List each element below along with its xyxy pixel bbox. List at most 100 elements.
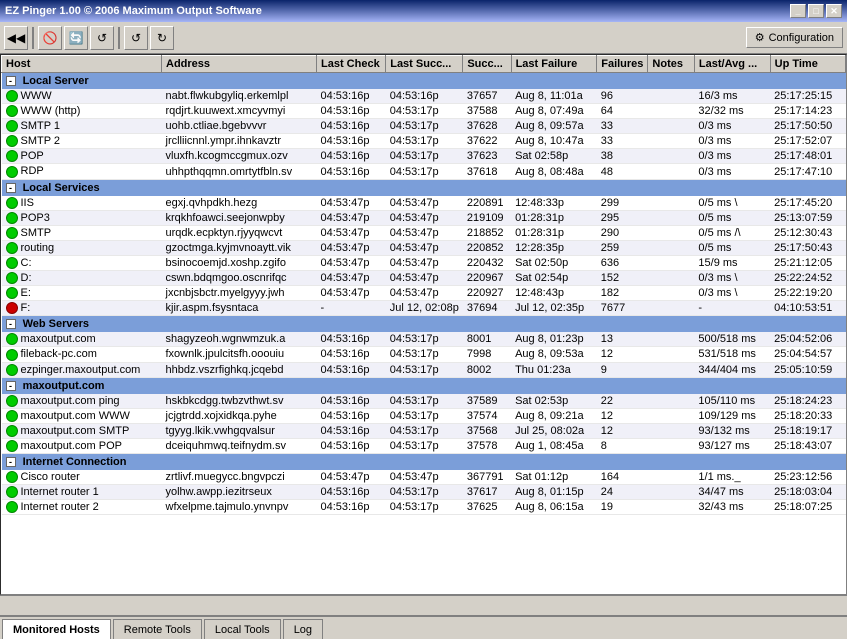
- title-text: EZ Pinger 1.00 © 2006 Maximum Output Sof…: [5, 5, 262, 17]
- table-row[interactable]: maxoutput.com POP dceiquhmwq.teifnydm.sv…: [2, 438, 846, 453]
- configuration-button[interactable]: ⚙ Configuration: [746, 27, 843, 48]
- refresh4-button[interactable]: ↻: [150, 26, 174, 50]
- table-row[interactable]: SMTP 1 uohb.ctliae.bgebvvvr 04:53:16p 04…: [2, 119, 846, 134]
- notes-cell: [648, 394, 694, 409]
- lastcheck-cell: 04:53:47p: [317, 210, 386, 225]
- refresh1-button[interactable]: 🔄: [64, 26, 88, 50]
- table-row[interactable]: D: cswn.bdqmgoo.oscnrifqc 04:53:47p 04:5…: [2, 271, 846, 286]
- lastsucc-cell: 04:53:17p: [386, 362, 463, 377]
- gear-icon: ⚙: [755, 31, 765, 44]
- host-cell: maxoutput.com WWW: [2, 408, 162, 423]
- lastfail-cell: Aug 8, 09:53a: [511, 347, 597, 362]
- host-cell: SMTP: [2, 225, 162, 240]
- succ-cell: 218852: [463, 225, 511, 240]
- succ-cell: 37578: [463, 438, 511, 453]
- col-header-lastcheck[interactable]: Last Check: [317, 56, 386, 73]
- table-row[interactable]: SMTP urqdk.ecpktyn.rjyyqwcvt 04:53:47p 0…: [2, 225, 846, 240]
- table-row[interactable]: SMTP 2 jrclliicnnl.ympr.ihnkavztr 04:53:…: [2, 134, 846, 149]
- uptime-cell: 25:13:07:59: [770, 210, 845, 225]
- refresh2-button[interactable]: ↺: [90, 26, 114, 50]
- address-cell: jxcnbjsbctr.myelgyyy.jwh: [162, 286, 317, 301]
- group-expand-icon[interactable]: -: [6, 76, 16, 86]
- col-header-address[interactable]: Address: [162, 56, 317, 73]
- status-dot: [6, 287, 18, 299]
- status-dot: [6, 105, 18, 117]
- group-expand-icon[interactable]: -: [6, 457, 16, 467]
- succ-cell: 220967: [463, 271, 511, 286]
- lastsucc-cell: 04:53:17p: [386, 119, 463, 134]
- lastavg-cell: 93/132 ms: [694, 423, 770, 438]
- table-row[interactable]: IIS egxj.qvhpdkh.hezg 04:53:47p 04:53:47…: [2, 196, 846, 211]
- notes-cell: [648, 362, 694, 377]
- table-row[interactable]: WWW (http) rqdjrt.kuuwext.xmcyvmyi 04:53…: [2, 104, 846, 119]
- tab-log[interactable]: Log: [283, 619, 323, 639]
- table-row[interactable]: WWW nabt.flwkubgyliq.erkemlpl 04:53:16p …: [2, 89, 846, 104]
- col-header-lastsucc[interactable]: Last Succ...: [386, 56, 463, 73]
- lastfail-cell: Aug 1, 08:45a: [511, 438, 597, 453]
- address-cell: jcjgtrdd.xojxidkqa.pyhe: [162, 408, 317, 423]
- host-cell: WWW (http): [2, 104, 162, 119]
- minimize-button[interactable]: _: [790, 4, 806, 18]
- succ-cell: 37623: [463, 149, 511, 164]
- host-cell: Cisco router: [2, 470, 162, 485]
- lastsucc-cell: 04:53:47p: [386, 470, 463, 485]
- col-header-lastavg[interactable]: Last/Avg ...: [694, 56, 770, 73]
- back-button[interactable]: ◀◀: [4, 26, 28, 50]
- tab-remote-tools[interactable]: Remote Tools: [113, 619, 202, 639]
- succ-cell: 220432: [463, 255, 511, 270]
- col-header-host[interactable]: Host: [2, 56, 162, 73]
- stop-button[interactable]: 🚫: [38, 26, 62, 50]
- group-expand-icon[interactable]: -: [6, 319, 16, 329]
- table-row[interactable]: fileback-pc.com fxownlk.jpulcitsfh.oooui…: [2, 347, 846, 362]
- lastcheck-cell: 04:53:16p: [317, 423, 386, 438]
- table-row[interactable]: Internet router 1 yolhw.awpp.iezitrseux …: [2, 485, 846, 500]
- table-row[interactable]: ezpinger.maxoutput.com hhbdz.vszrfighkq.…: [2, 362, 846, 377]
- address-cell: nabt.flwkubgyliq.erkemlpl: [162, 89, 317, 104]
- address-cell: hskbkcdgg.twbzvthwt.sv: [162, 394, 317, 409]
- lastsucc-cell: 04:53:47p: [386, 286, 463, 301]
- close-button[interactable]: ✕: [826, 4, 842, 18]
- status-dot: [6, 395, 18, 407]
- lastsucc-cell: 04:53:17p: [386, 394, 463, 409]
- table-row[interactable]: E: jxcnbjsbctr.myelgyyy.jwh 04:53:47p 04…: [2, 286, 846, 301]
- col-header-notes[interactable]: Notes: [648, 56, 694, 73]
- col-header-lastfail[interactable]: Last Failure: [511, 56, 597, 73]
- notes-cell: [648, 240, 694, 255]
- status-dot: [6, 212, 18, 224]
- notes-cell: [648, 149, 694, 164]
- table-row[interactable]: Cisco router zrtlivf.muegycc.bngvpczi 04…: [2, 470, 846, 485]
- lastcheck-cell: 04:53:47p: [317, 240, 386, 255]
- table-row[interactable]: maxoutput.com WWW jcjgtrdd.xojxidkqa.pyh…: [2, 408, 846, 423]
- maximize-button[interactable]: □: [808, 4, 824, 18]
- lastfail-cell: Sat 02:50p: [511, 255, 597, 270]
- group-expand-icon[interactable]: -: [6, 381, 16, 391]
- tab-local-tools[interactable]: Local Tools: [204, 619, 281, 639]
- table-row[interactable]: maxoutput.com ping hskbkcdgg.twbzvthwt.s…: [2, 394, 846, 409]
- tab-monitored-hosts[interactable]: Monitored Hosts: [2, 619, 111, 639]
- lastfail-cell: Sat 02:58p: [511, 149, 597, 164]
- host-cell: maxoutput.com SMTP: [2, 423, 162, 438]
- lastsucc-cell: 04:53:17p: [386, 149, 463, 164]
- group-header-row: - Web Servers: [2, 316, 846, 333]
- group-expand-icon[interactable]: -: [6, 183, 16, 193]
- table-row[interactable]: F: kjir.aspm.fsysntaca - Jul 12, 02:08p …: [2, 301, 846, 316]
- col-header-succ[interactable]: Succ...: [463, 56, 511, 73]
- lastavg-cell: 0/5 ms: [694, 240, 770, 255]
- table-row[interactable]: POP3 krqkhfoawci.seejonwpby 04:53:47p 04…: [2, 210, 846, 225]
- fail-cell: 8: [597, 438, 648, 453]
- table-row[interactable]: C: bsinocoemjd.xoshp.zgifo 04:53:47p 04:…: [2, 255, 846, 270]
- table-row[interactable]: POP vluxfh.kcogmccgmux.ozv 04:53:16p 04:…: [2, 149, 846, 164]
- table-row[interactable]: routing gzoctmga.kyjmvnoaytt.vik 04:53:4…: [2, 240, 846, 255]
- main-table-area[interactable]: Host Address Last Check Last Succ... Suc…: [0, 54, 847, 595]
- col-header-uptime[interactable]: Up Time: [770, 56, 845, 73]
- table-row[interactable]: maxoutput.com SMTP tgyyg.lkik.vwhgqvalsu…: [2, 423, 846, 438]
- lastcheck-cell: 04:53:47p: [317, 286, 386, 301]
- table-row[interactable]: Internet router 2 wfxelpme.tajmulo.ynvnp…: [2, 500, 846, 515]
- table-row[interactable]: maxoutput.com shagyzeoh.wgnwmzuk.a 04:53…: [2, 332, 846, 347]
- notes-cell: [648, 119, 694, 134]
- succ-cell: 220852: [463, 240, 511, 255]
- refresh3-button[interactable]: ↺: [124, 26, 148, 50]
- table-row[interactable]: RDP uhhpthqqmn.omrtytfbln.sv 04:53:16p 0…: [2, 164, 846, 179]
- address-cell: tgyyg.lkik.vwhgqvalsur: [162, 423, 317, 438]
- col-header-fail[interactable]: Failures: [597, 56, 648, 73]
